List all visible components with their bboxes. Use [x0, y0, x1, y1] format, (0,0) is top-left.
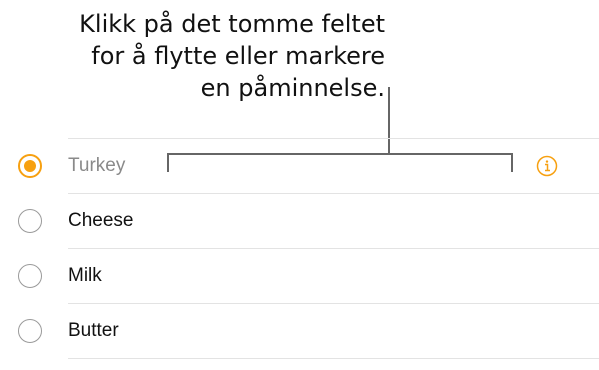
- completion-radio-icon[interactable]: [18, 209, 42, 233]
- reminder-row-butter[interactable]: Butter: [0, 304, 599, 359]
- completion-radio-icon[interactable]: [18, 319, 42, 343]
- reminder-title[interactable]: Turkey: [68, 155, 125, 177]
- reminders-list: Turkey Cheese Milk Butter: [0, 139, 599, 359]
- reminder-row-cheese[interactable]: Cheese: [0, 194, 599, 249]
- completion-radio-icon[interactable]: [18, 154, 42, 178]
- callout-line-1: Klikk på det tomme feltet: [79, 10, 385, 38]
- callout-text: Klikk på det tomme feltet for å flytte e…: [25, 8, 385, 104]
- reminder-title[interactable]: Milk: [68, 265, 102, 287]
- completion-radio-icon[interactable]: [18, 264, 42, 288]
- reminder-row-turkey[interactable]: Turkey: [0, 139, 599, 194]
- reminder-title[interactable]: Butter: [68, 320, 119, 342]
- reminder-title[interactable]: Cheese: [68, 210, 134, 232]
- callout-line-2: for å flytte eller markere: [91, 42, 385, 70]
- callout-line-3: en påminnelse.: [200, 74, 385, 102]
- reminder-row-milk[interactable]: Milk: [0, 249, 599, 304]
- info-icon[interactable]: [536, 155, 558, 177]
- row-divider: [68, 358, 599, 359]
